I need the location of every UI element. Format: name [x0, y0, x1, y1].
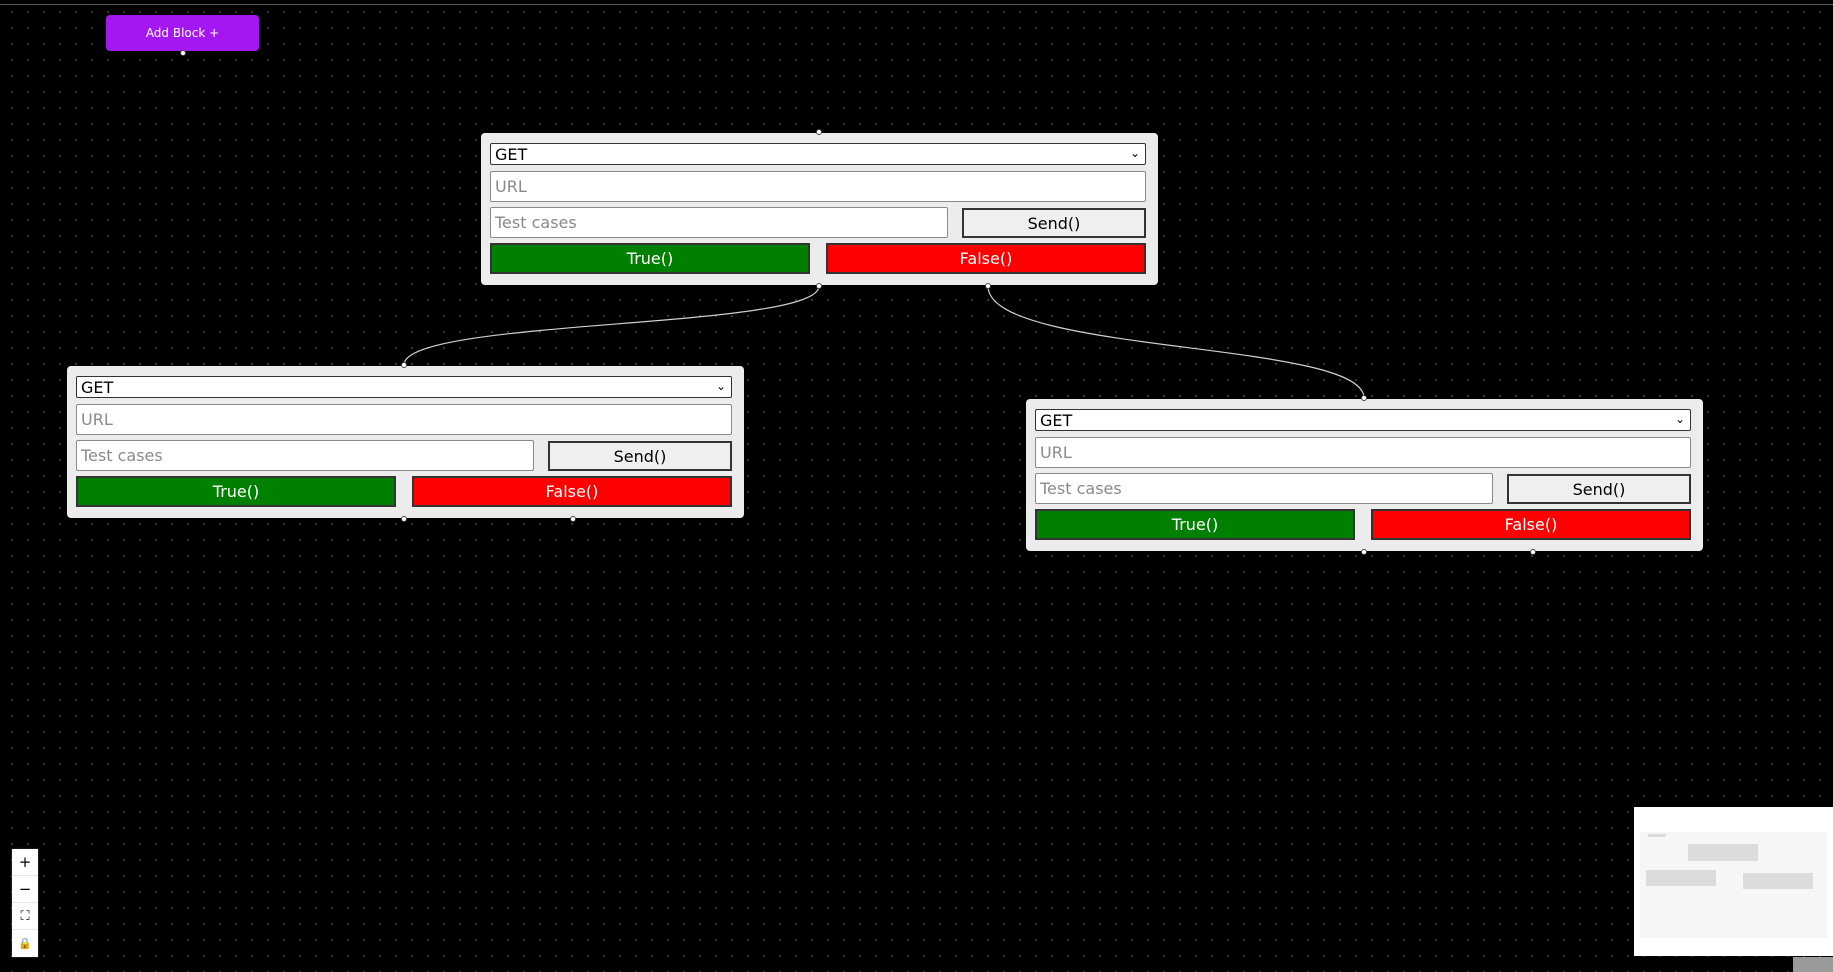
- block-target-handle[interactable]: [1361, 395, 1367, 401]
- method-select[interactable]: GET: [490, 143, 1146, 165]
- url-input[interactable]: [76, 404, 732, 435]
- false-button[interactable]: False(): [826, 243, 1146, 274]
- minimap-node: [1688, 844, 1758, 861]
- fit-view-icon[interactable]: ⛶: [12, 903, 38, 930]
- true-button[interactable]: True(): [1035, 509, 1355, 540]
- zoom-out-icon[interactable]: −: [12, 876, 38, 903]
- zoom-in-icon[interactable]: +: [12, 849, 38, 876]
- block-target-handle[interactable]: [816, 129, 822, 135]
- send-button[interactable]: Send(): [962, 208, 1146, 238]
- minimap[interactable]: [1634, 807, 1833, 956]
- request-block[interactable]: GET ⌄ Send() True() False(): [481, 133, 1158, 285]
- true-source-handle[interactable]: [816, 283, 822, 289]
- top-divider: [0, 4, 1833, 5]
- url-input[interactable]: [1035, 437, 1691, 468]
- minimap-node: [1648, 834, 1666, 837]
- attribution-badge[interactable]: [1793, 957, 1833, 972]
- test-cases-input[interactable]: [490, 207, 948, 238]
- request-block[interactable]: GET ⌄ Send() True() False(): [1026, 399, 1703, 551]
- send-button[interactable]: Send(): [1507, 474, 1691, 504]
- flow-controls: + − ⛶ 🔒: [12, 849, 38, 957]
- add-block-button[interactable]: Add Block +: [106, 15, 259, 51]
- true-source-handle[interactable]: [401, 516, 407, 522]
- minimap-node: [1646, 870, 1716, 886]
- block-target-handle[interactable]: [401, 362, 407, 368]
- edge-true: [403, 285, 820, 366]
- send-button[interactable]: Send(): [548, 441, 732, 471]
- test-cases-input[interactable]: [76, 440, 534, 471]
- edge-false: [987, 285, 1365, 399]
- false-button[interactable]: False(): [1371, 509, 1691, 540]
- true-source-handle[interactable]: [1361, 549, 1367, 555]
- false-button[interactable]: False(): [412, 476, 732, 507]
- method-select[interactable]: GET: [1035, 409, 1691, 431]
- lock-icon[interactable]: 🔒: [12, 930, 38, 957]
- true-button[interactable]: True(): [76, 476, 396, 507]
- true-button[interactable]: True(): [490, 243, 810, 274]
- false-source-handle[interactable]: [985, 283, 991, 289]
- test-cases-input[interactable]: [1035, 473, 1493, 504]
- method-select[interactable]: GET: [76, 376, 732, 398]
- add-block-source-handle[interactable]: [180, 50, 186, 56]
- false-source-handle[interactable]: [570, 516, 576, 522]
- url-input[interactable]: [490, 171, 1146, 202]
- minimap-viewport: [1640, 832, 1827, 938]
- minimap-node: [1743, 873, 1813, 889]
- request-block[interactable]: GET ⌄ Send() True() False(): [67, 366, 744, 518]
- false-source-handle[interactable]: [1530, 549, 1536, 555]
